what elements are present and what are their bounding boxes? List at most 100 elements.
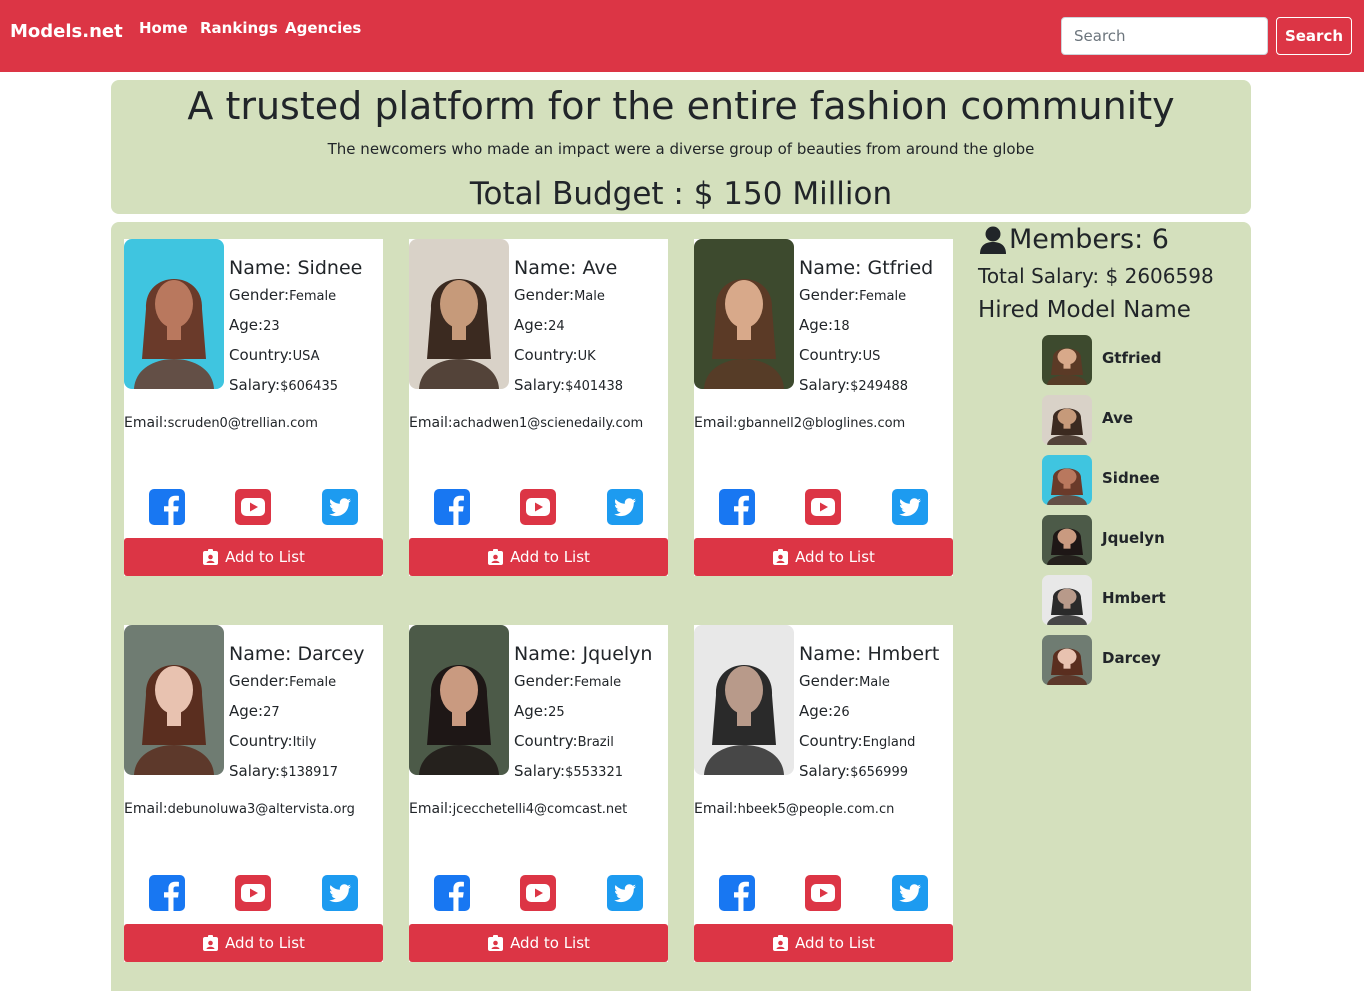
model-card: Name: Jquelyn Gender:Female Age:25 Country:… <box>409 625 668 962</box>
id-card-icon <box>772 548 789 566</box>
twitter-icon[interactable] <box>607 875 643 911</box>
hired-model-name: Sidnee <box>1102 469 1160 487</box>
hired-model-item: Gtfried <box>1042 335 1242 385</box>
model-email: Email:hbeek5@people.com.cn <box>694 801 895 817</box>
id-card-icon <box>202 934 219 952</box>
search-button[interactable]: Search <box>1276 17 1352 55</box>
total-salary: Total Salary: $ 2606598 <box>978 264 1214 288</box>
model-photo <box>694 625 794 775</box>
model-salary: Salary:$138917 <box>229 762 338 780</box>
hired-model-name: Ave <box>1102 409 1134 427</box>
model-country: Country:USA <box>229 346 320 364</box>
model-gender: Gender:Male <box>799 672 890 690</box>
hired-heading: Hired Model Name <box>978 297 1191 323</box>
hired-model-item: Hmbert <box>1042 575 1242 625</box>
model-photo <box>694 239 794 389</box>
model-photo <box>124 239 224 389</box>
model-salary: Salary:$401438 <box>514 376 623 394</box>
add-to-list-button[interactable]: Add to List <box>409 924 668 962</box>
members-count: Members: 6 <box>978 224 1169 255</box>
twitter-icon[interactable] <box>322 875 358 911</box>
model-card: Name: Gtfried Gender:Female Age:18 Country:… <box>694 239 953 576</box>
nav-link-home[interactable]: Home <box>139 19 188 37</box>
add-to-list-button[interactable]: Add to List <box>124 538 383 576</box>
model-photo <box>409 625 509 775</box>
facebook-icon[interactable] <box>719 875 755 911</box>
nav-link-agencies[interactable]: Agencies <box>285 19 361 37</box>
hired-model-name: Darcey <box>1102 649 1161 667</box>
add-to-list-button[interactable]: Add to List <box>409 538 668 576</box>
youtube-icon[interactable] <box>805 875 841 911</box>
model-gender: Gender:Female <box>799 286 907 304</box>
navbar: Models.net Home Rankings Agencies Search <box>0 0 1364 72</box>
id-card-icon <box>202 548 219 566</box>
twitter-icon[interactable] <box>607 489 643 525</box>
model-salary: Salary:$553321 <box>514 762 623 780</box>
model-name: Name: Sidnee <box>229 257 363 279</box>
nav-link-rankings[interactable]: Rankings <box>200 19 278 37</box>
search-input[interactable] <box>1061 17 1268 55</box>
model-card: Name: Ave Gender:Male Age:24 Country:UK Sala… <box>409 239 668 576</box>
hero-title: A trusted platform for the entire fashio… <box>187 84 1175 128</box>
total-budget: Total Budget : $ 150 Million <box>469 176 893 212</box>
facebook-icon[interactable] <box>719 489 755 525</box>
model-gender: Gender:Female <box>514 672 622 690</box>
youtube-icon[interactable] <box>520 875 556 911</box>
facebook-icon[interactable] <box>149 875 185 911</box>
hero-banner: A trusted platform for the entire fashio… <box>111 80 1251 214</box>
model-email: Email:jcecchetelli4@comcast.net <box>409 801 628 817</box>
add-to-list-button[interactable]: Add to List <box>694 538 953 576</box>
model-email: Email:debunoluwa3@altervista.org <box>124 801 355 817</box>
model-country: Country:England <box>799 732 916 750</box>
model-card: Name: Darcey Gender:Female Age:27 Country:I… <box>124 625 383 962</box>
twitter-icon[interactable] <box>892 489 928 525</box>
model-salary: Salary:$656999 <box>799 762 908 780</box>
facebook-icon[interactable] <box>434 489 470 525</box>
model-age: Age:23 <box>229 316 280 334</box>
hired-model-item: Ave <box>1042 395 1242 445</box>
model-name: Name: Gtfried <box>799 257 934 279</box>
model-photo <box>409 239 509 389</box>
model-age: Age:18 <box>799 316 850 334</box>
model-age: Age:27 <box>229 702 280 720</box>
facebook-icon[interactable] <box>149 489 185 525</box>
model-name: Name: Jquelyn <box>514 643 653 665</box>
twitter-icon[interactable] <box>322 489 358 525</box>
hired-model-avatar <box>1042 635 1092 685</box>
hired-model-avatar <box>1042 575 1092 625</box>
hired-model-avatar <box>1042 335 1092 385</box>
model-gender: Gender:Female <box>229 286 337 304</box>
hired-model-name: Jquelyn <box>1102 529 1165 547</box>
user-icon <box>978 226 1008 254</box>
hired-model-item: Jquelyn <box>1042 515 1242 565</box>
model-country: Country:Itily <box>229 732 317 750</box>
model-name: Name: Hmbert <box>799 643 940 665</box>
id-card-icon <box>487 548 504 566</box>
model-age: Age:26 <box>799 702 850 720</box>
add-to-list-button[interactable]: Add to List <box>694 924 953 962</box>
youtube-icon[interactable] <box>235 875 271 911</box>
youtube-icon[interactable] <box>235 489 271 525</box>
model-salary: Salary:$249488 <box>799 376 908 394</box>
youtube-icon[interactable] <box>520 489 556 525</box>
model-salary: Salary:$606435 <box>229 376 338 394</box>
id-card-icon <box>487 934 504 952</box>
model-gender: Gender:Female <box>229 672 337 690</box>
members-label: Members: 6 <box>1009 224 1169 255</box>
model-email: Email:scruden0@trellian.com <box>124 415 318 431</box>
id-card-icon <box>772 934 789 952</box>
twitter-icon[interactable] <box>892 875 928 911</box>
add-to-list-button[interactable]: Add to List <box>124 924 383 962</box>
youtube-icon[interactable] <box>805 489 841 525</box>
hired-model-name: Hmbert <box>1102 589 1166 607</box>
model-card: Name: Hmbert Gender:Male Age:26 Country:Eng… <box>694 625 953 962</box>
brand-logo[interactable]: Models.net <box>10 21 123 42</box>
model-gender: Gender:Male <box>514 286 605 304</box>
model-photo <box>124 625 224 775</box>
model-name: Name: Darcey <box>229 643 365 665</box>
hired-model-avatar <box>1042 515 1092 565</box>
hired-model-name: Gtfried <box>1102 349 1162 367</box>
model-email: Email:gbannell2@bloglines.com <box>694 415 906 431</box>
facebook-icon[interactable] <box>434 875 470 911</box>
model-country: Country:US <box>799 346 881 364</box>
